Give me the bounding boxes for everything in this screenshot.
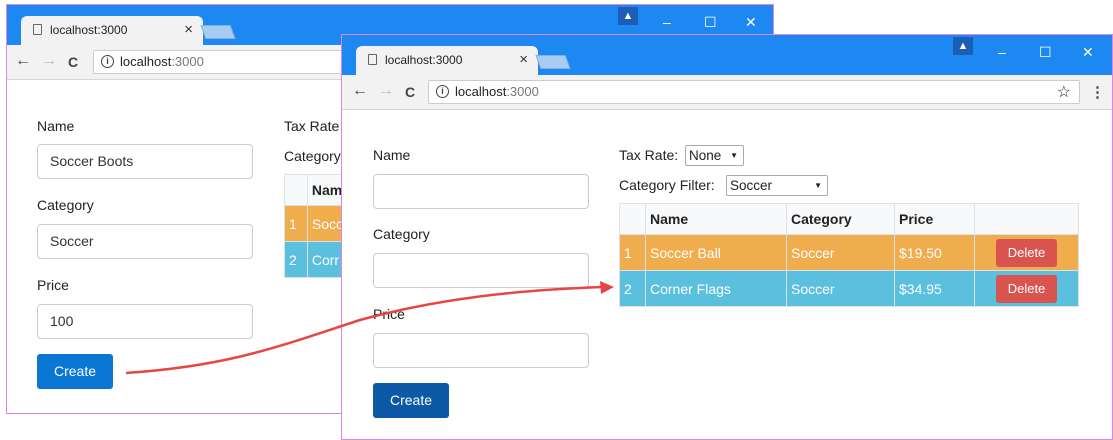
- flow-arrow: [125, 281, 614, 375]
